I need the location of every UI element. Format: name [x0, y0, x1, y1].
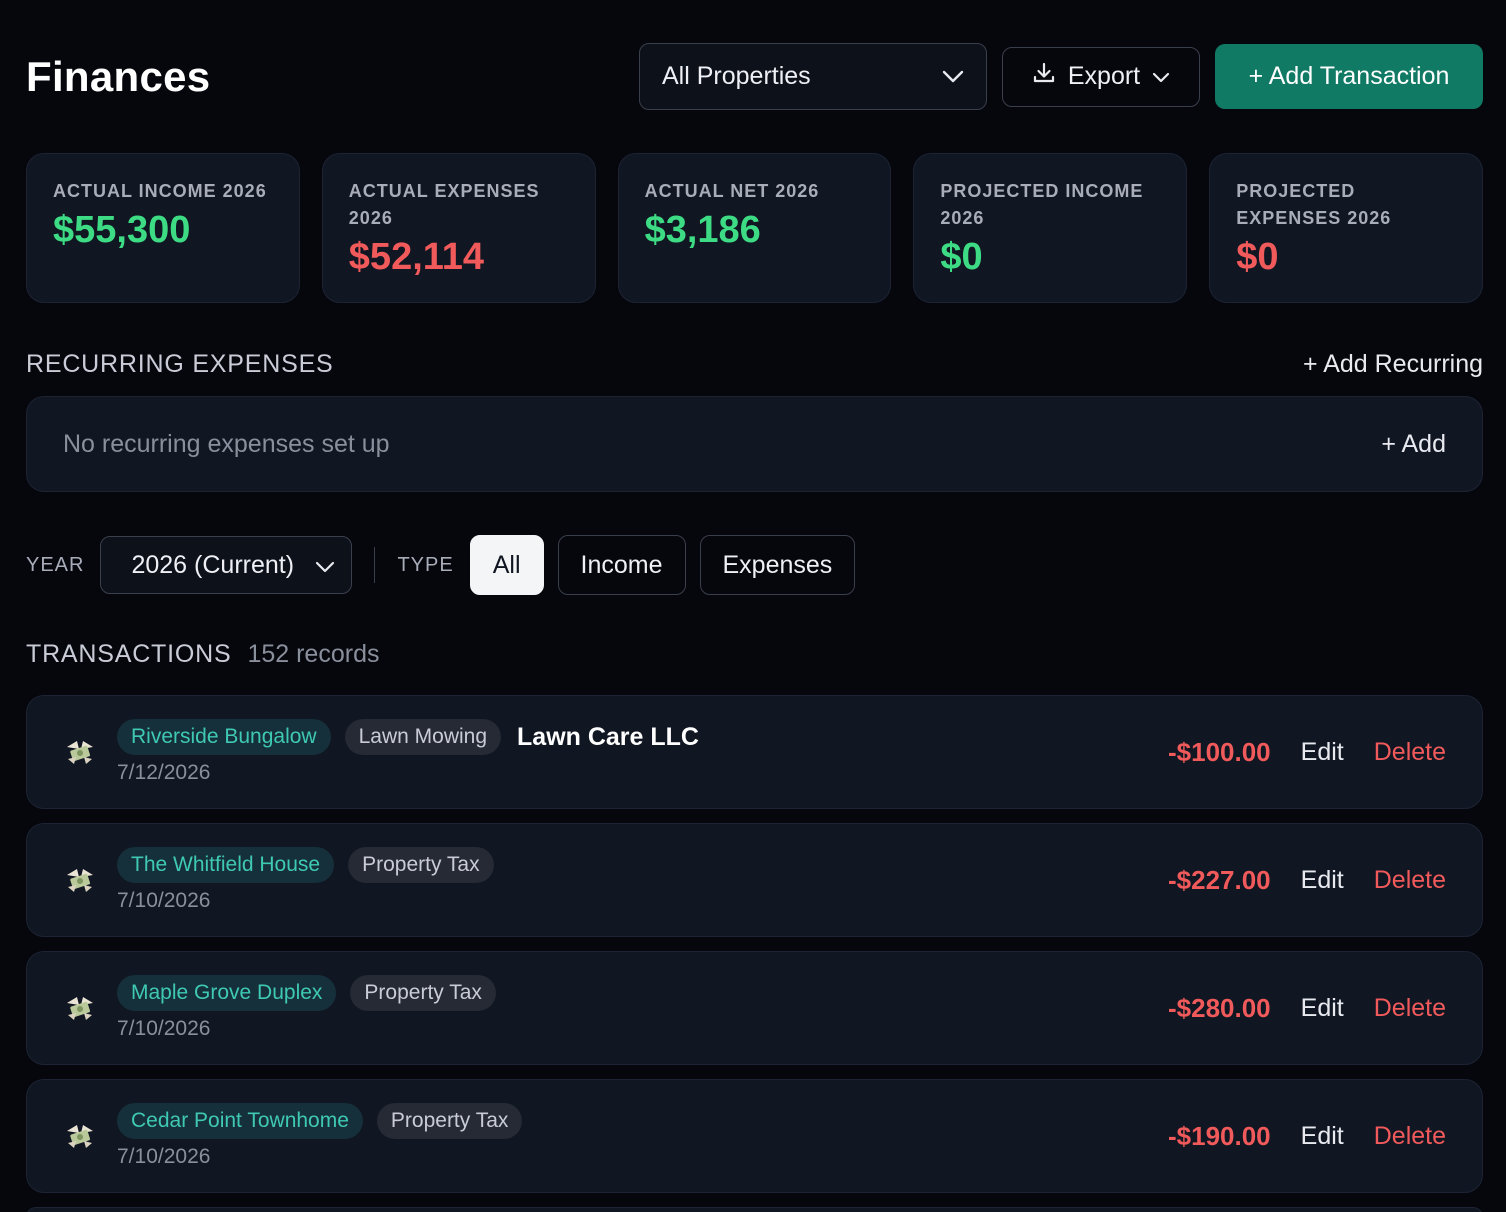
transaction-date: 7/10/2026 [117, 1145, 211, 1168]
transactions-list: Riverside Bungalow Lawn Mowing Lawn Care… [26, 695, 1483, 1212]
transaction-date: 7/10/2026 [117, 889, 211, 912]
property-tag: Cedar Point Townhome [117, 1103, 363, 1139]
download-icon [1032, 61, 1056, 92]
filter-bar: YEAR 2026 (Current) TYPE All Income Expe… [26, 535, 856, 595]
transaction-amount: -$227.00 [1167, 864, 1271, 895]
export-button[interactable]: Export [1002, 46, 1200, 107]
category-tag: Property Tax [350, 975, 496, 1011]
delete-button[interactable]: Delete [1374, 866, 1446, 895]
summary-stats: ACTUAL INCOME 2026 $55,300 ACTUAL EXPENS… [26, 153, 1483, 303]
delete-button[interactable]: Delete [1374, 738, 1446, 767]
property-select[interactable]: All Properties [639, 43, 987, 110]
transaction-details: The Whitfield House Property Tax 7/10/20… [117, 847, 494, 913]
category-tag: Property Tax [348, 847, 494, 883]
transaction-amount: -$100.00 [1167, 736, 1271, 767]
stat-label: ACTUAL INCOME 2026 [53, 181, 267, 201]
stat-value: $52,114 [348, 236, 485, 278]
year-filter-label: YEAR [26, 553, 85, 576]
transaction-row: Maple Grove Duplex Property Tax 7/10/202… [26, 951, 1483, 1065]
vendor-name: Lawn Care LLC [517, 722, 699, 751]
recurring-header: RECURRING EXPENSES + Add Recurring [26, 347, 1483, 381]
delete-button[interactable]: Delete [1374, 1122, 1446, 1151]
stat-label: PROJECTED EXPENSES 2026 [1236, 181, 1392, 228]
transaction-tags: Cedar Point Townhome Property Tax [117, 1103, 523, 1139]
transaction-row-partial [26, 1207, 1483, 1212]
recurring-add-button[interactable]: + Add [1381, 430, 1446, 459]
header-actions: All Properties Export + Add Transaction [639, 43, 1483, 110]
transactions-title: TRANSACTIONS [26, 640, 232, 668]
property-tag: Riverside Bungalow [117, 719, 331, 755]
recurring-title: RECURRING EXPENSES [26, 349, 334, 378]
property-tag: Maple Grove Duplex [117, 975, 337, 1011]
edit-button[interactable]: Edit [1301, 1122, 1344, 1151]
delete-button[interactable]: Delete [1374, 994, 1446, 1023]
export-label: Export [1067, 62, 1141, 90]
transaction-actions: -$190.00 Edit Delete [1168, 1121, 1446, 1152]
stat-card-projected-expenses: PROJECTED EXPENSES 2026 $0 [1209, 153, 1483, 303]
chevron-down-icon [942, 62, 964, 91]
transaction-details: Maple Grove Duplex Property Tax 7/10/202… [117, 975, 496, 1041]
category-tag: Lawn Mowing [344, 719, 502, 755]
transactions-header: TRANSACTIONS 152 records [26, 640, 379, 669]
year-select-value: 2026 (Current) [131, 550, 295, 579]
money-wings-icon [63, 863, 97, 897]
transaction-amount: -$280.00 [1167, 992, 1271, 1023]
chevron-down-icon [315, 551, 335, 580]
transaction-actions: -$280.00 Edit Delete [1168, 993, 1446, 1024]
type-filter-all[interactable]: All [469, 535, 544, 595]
add-transaction-button[interactable]: + Add Transaction [1215, 44, 1483, 109]
stat-card-actual-income: ACTUAL INCOME 2026 $55,300 [26, 153, 300, 303]
stat-value: $0 [1236, 236, 1279, 278]
transaction-actions: -$100.00 Edit Delete [1168, 737, 1446, 768]
transaction-tags: Riverside Bungalow Lawn Mowing Lawn Care… [117, 719, 699, 755]
stat-card-actual-expenses: ACTUAL EXPENSES 2026 $52,114 [321, 153, 596, 303]
money-wings-icon [63, 991, 97, 1025]
money-wings-icon [63, 1119, 97, 1153]
transaction-date: 7/12/2026 [117, 761, 211, 784]
stat-label: ACTUAL EXPENSES 2026 [348, 181, 540, 228]
year-select[interactable]: 2026 (Current) [100, 536, 353, 594]
stat-value: $55,300 [53, 209, 191, 251]
property-tag: The Whitfield House [117, 847, 335, 883]
edit-button[interactable]: Edit [1301, 866, 1344, 895]
property-select-value: All Properties [662, 62, 811, 90]
transactions-count: 152 records [247, 640, 380, 668]
stat-label: PROJECTED INCOME 2026 [940, 181, 1144, 228]
type-filter-income[interactable]: Income [557, 535, 686, 595]
money-wings-icon [63, 735, 97, 769]
stat-value: $0 [940, 236, 983, 278]
stat-label: ACTUAL NET 2026 [644, 181, 820, 201]
stat-card-projected-income: PROJECTED INCOME 2026 $0 [913, 153, 1188, 303]
edit-button[interactable]: Edit [1301, 738, 1344, 767]
transaction-tags: Maple Grove Duplex Property Tax [117, 975, 496, 1011]
stat-card-actual-net: ACTUAL NET 2026 $3,186 [617, 153, 892, 303]
type-filter-label: TYPE [397, 553, 454, 576]
recurring-empty-text: No recurring expenses set up [63, 429, 390, 458]
transaction-details: Cedar Point Townhome Property Tax 7/10/2… [117, 1103, 523, 1169]
page-title: Finances [26, 52, 211, 100]
transaction-amount: -$190.00 [1167, 1120, 1271, 1151]
transaction-actions: -$227.00 Edit Delete [1168, 865, 1446, 896]
edit-button[interactable]: Edit [1301, 994, 1344, 1023]
add-recurring-button[interactable]: + Add Recurring [1303, 350, 1483, 379]
filter-divider [374, 547, 376, 583]
type-filter-expenses[interactable]: Expenses [699, 535, 856, 595]
transaction-details: Riverside Bungalow Lawn Mowing Lawn Care… [117, 719, 699, 785]
category-tag: Property Tax [376, 1103, 523, 1139]
stat-value: $3,186 [644, 209, 761, 251]
transaction-tags: The Whitfield House Property Tax [117, 847, 494, 883]
chevron-down-icon [1152, 62, 1170, 91]
transaction-row: The Whitfield House Property Tax 7/10/20… [26, 823, 1483, 937]
transaction-row: Cedar Point Townhome Property Tax 7/10/2… [26, 1079, 1483, 1193]
recurring-list: No recurring expenses set up + Add [26, 396, 1483, 492]
transaction-date: 7/10/2026 [117, 1017, 211, 1040]
finances-page: Finances All Properties Export + Add Tra… [0, 0, 1506, 1212]
transaction-row: Riverside Bungalow Lawn Mowing Lawn Care… [26, 695, 1483, 809]
page-header: Finances All Properties Export + Add Tra… [26, 43, 1483, 110]
